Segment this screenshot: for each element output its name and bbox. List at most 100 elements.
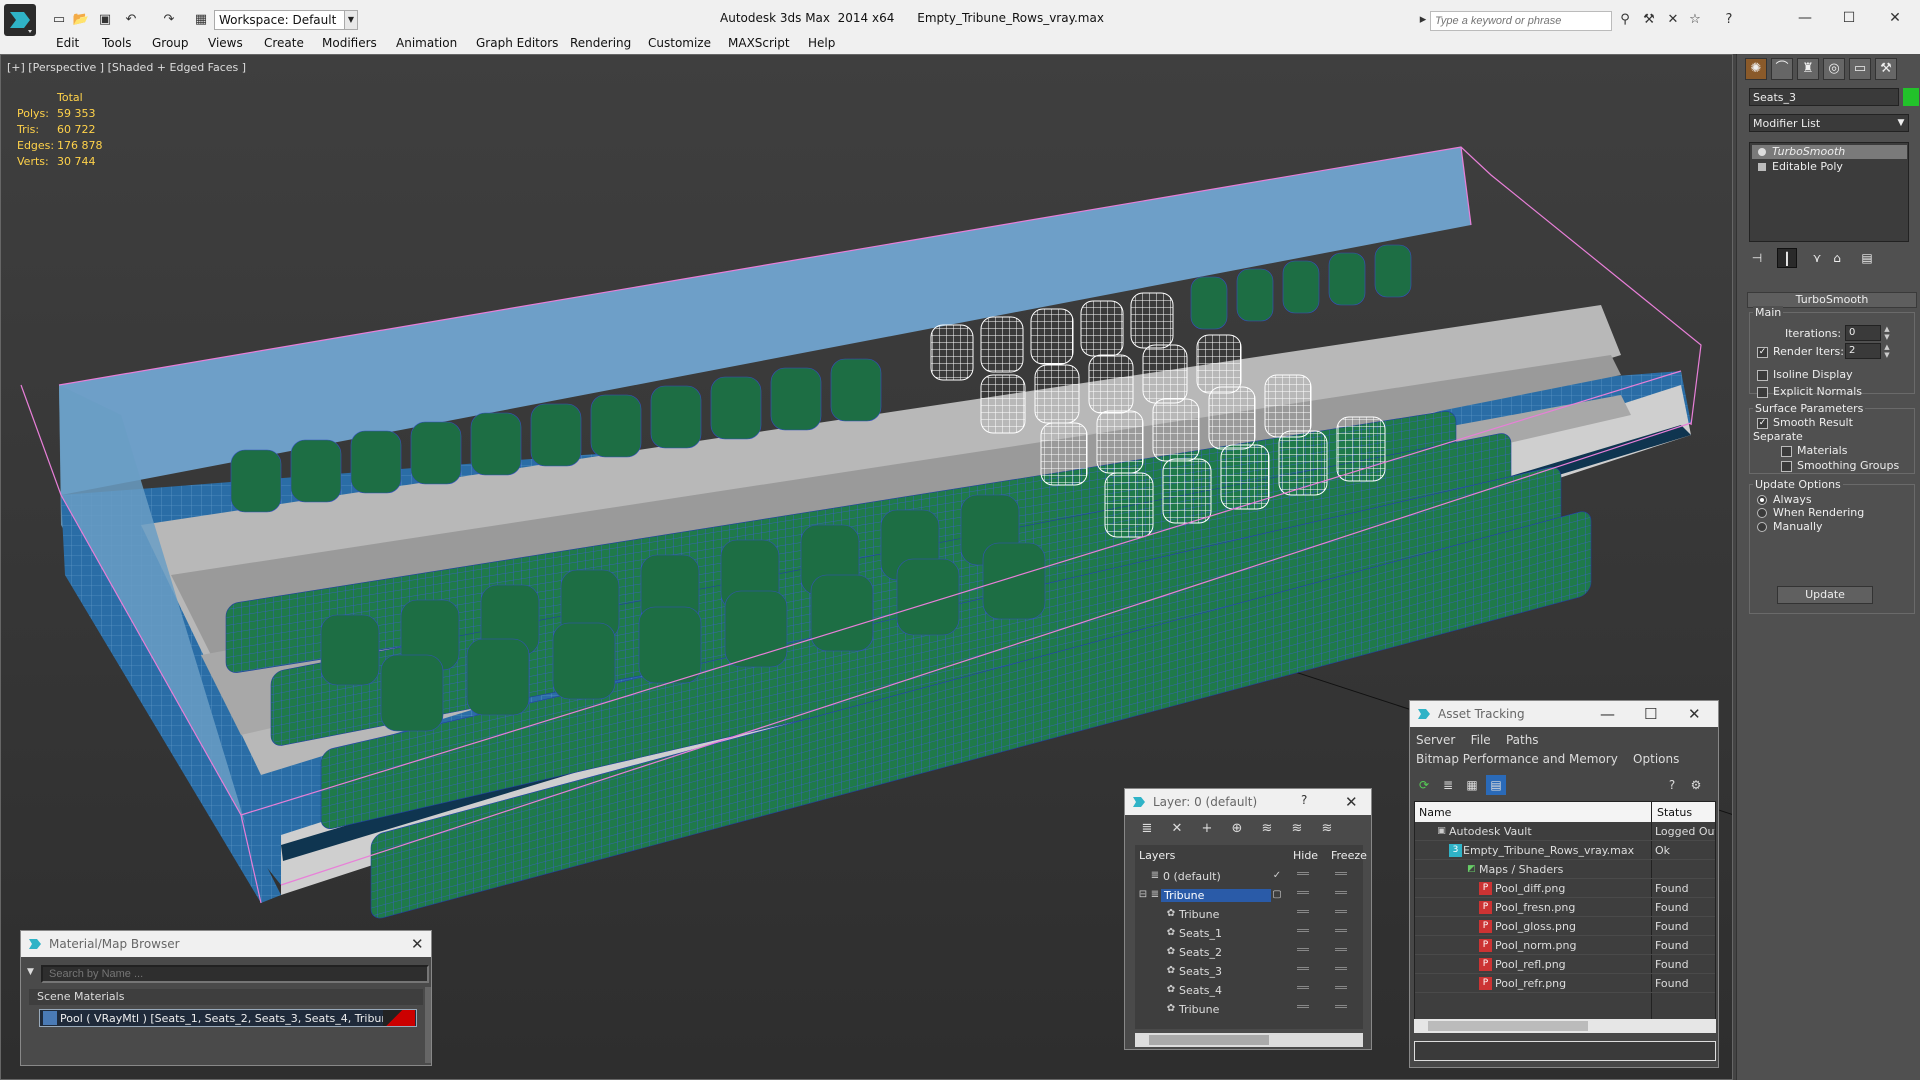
asset-row[interactable]: ▣ Autodesk Vault Logged Out [1415, 822, 1715, 841]
save-file-icon[interactable]: ▣ [96, 11, 114, 29]
expand-icon[interactable] [1758, 163, 1766, 171]
display-tab-icon[interactable]: ▭ [1849, 58, 1871, 80]
menu-modifiers[interactable]: Modifiers [322, 36, 377, 50]
hide-toggle[interactable] [1297, 929, 1309, 932]
freeze-toggle[interactable] [1335, 891, 1347, 894]
chevron-down-icon[interactable]: ▼ [27, 967, 34, 977]
hide-toggle[interactable] [1297, 948, 1309, 951]
menu-animation[interactable]: Animation [396, 36, 457, 50]
col-freeze[interactable]: Freeze [1331, 849, 1367, 862]
chevron-down-icon[interactable]: ▼ [1895, 116, 1907, 130]
workspace-dropdown[interactable]: Workspace: Default [214, 10, 354, 30]
motion-tab-icon[interactable]: ◎ [1823, 58, 1845, 80]
asset-row[interactable]: P Pool_refr.png Found [1415, 974, 1715, 993]
always-radio[interactable] [1757, 495, 1767, 505]
layer-row[interactable]: ✿ Seats_2 [1135, 943, 1363, 962]
col-name[interactable]: Name [1419, 806, 1451, 819]
freeze-toggle[interactable] [1335, 967, 1347, 970]
hide-toggle[interactable] [1297, 910, 1309, 913]
asset-row[interactable]: P Pool_fresn.png Found [1415, 898, 1715, 917]
hide-toggle[interactable] [1297, 1005, 1309, 1008]
asset-row[interactable]: 3 Empty_Tribune_Rows_vray.max Ok [1415, 841, 1715, 860]
asset-row[interactable]: P Pool_norm.png Found [1415, 936, 1715, 955]
hide-toggle[interactable] [1297, 967, 1309, 970]
viewport-label[interactable]: [+] [Perspective ] [Shaded + Edged Faces… [7, 61, 246, 74]
delete-layer-icon[interactable]: ✕ [1167, 819, 1187, 839]
manually-radio[interactable] [1757, 522, 1767, 532]
asset-status-field[interactable] [1414, 1041, 1716, 1061]
asset-row[interactable]: P Pool_gloss.png Found [1415, 917, 1715, 936]
help-icon[interactable]: ? [1720, 11, 1738, 29]
hide-all-icon[interactable]: ≋ [1287, 819, 1307, 839]
menu-tools[interactable]: Tools [102, 36, 132, 50]
hide-toggle[interactable] [1297, 891, 1309, 894]
communication-center-icon[interactable]: ✕ [1664, 11, 1682, 29]
freeze-toggle[interactable] [1335, 986, 1347, 989]
asset-row[interactable]: ◩ Maps / Shaders [1415, 860, 1715, 879]
create-tab-icon[interactable]: ✺ [1745, 58, 1767, 80]
menu-create[interactable]: Create [264, 36, 304, 50]
asset-tracking-titlebar[interactable]: Asset Tracking — ☐ ✕ [1410, 701, 1718, 727]
spinner-arrows-icon[interactable]: ▲ ▼ [1882, 343, 1892, 359]
minimize-icon[interactable]: — [1600, 705, 1615, 723]
close-icon[interactable]: ✕ [1880, 7, 1910, 29]
layer-row[interactable]: ≣ 0 (default) ✓ [1135, 867, 1363, 886]
maximize-icon[interactable]: ☐ [1644, 705, 1657, 723]
modifier-list-dropdown[interactable]: Modifier List [1749, 114, 1909, 132]
modify-tab-icon[interactable]: ⌒ [1771, 58, 1793, 80]
project-folder-icon[interactable]: ▦ [192, 11, 210, 29]
make-unique-icon[interactable]: ⋎ [1807, 248, 1827, 268]
settings-icon[interactable]: ⚙ [1686, 775, 1706, 795]
col-status[interactable]: Status [1657, 806, 1692, 819]
maximize-icon[interactable]: ☐ [1834, 7, 1864, 29]
scene-materials-section[interactable]: Scene Materials [29, 989, 423, 1005]
collapse-icon[interactable]: ⊟ [1137, 889, 1149, 901]
help-icon[interactable]: ? [1662, 775, 1682, 795]
menu-maxscript[interactable]: MAXScript [728, 36, 790, 50]
freeze-all-icon[interactable]: ≋ [1317, 819, 1337, 839]
object-name-field[interactable]: Seats_3 [1749, 88, 1899, 106]
asset-row[interactable]: P Pool_diff.png Found [1415, 879, 1715, 898]
close-icon[interactable]: ✕ [411, 935, 424, 953]
horizontal-scrollbar[interactable] [1135, 1033, 1363, 1047]
asset-menu-row-2[interactable]: Bitmap Performance and Memory Options [1416, 752, 1679, 766]
close-icon[interactable]: ✕ [1688, 705, 1701, 723]
chevron-down-icon[interactable]: ▼ [344, 10, 358, 30]
materials-checkbox[interactable] [1781, 446, 1792, 457]
stack-item-editable-poly[interactable]: Editable Poly [1752, 160, 1907, 174]
highlight-layer-icon[interactable]: ≋ [1257, 819, 1277, 839]
isoline-display-checkbox[interactable] [1757, 370, 1768, 381]
smooth-result-checkbox[interactable]: ✓ [1757, 418, 1768, 429]
close-icon[interactable]: ✕ [1345, 793, 1358, 811]
material-search-input[interactable] [41, 965, 429, 983]
stack-item-turbosmooth[interactable]: TurboSmooth [1752, 145, 1907, 159]
thumbnail-view-icon[interactable]: ▦ [1462, 775, 1482, 795]
col-hide[interactable]: Hide [1293, 849, 1318, 862]
menu-customize[interactable]: Customize [648, 36, 711, 50]
material-item-pool[interactable]: Pool ( VRayMtl ) [Seats_1, Seats_2, Seat… [39, 1009, 417, 1027]
material-browser-titlebar[interactable]: Material/Map Browser ✕ [21, 931, 431, 957]
checkmark-icon[interactable]: ✓ [1271, 870, 1283, 882]
redo-icon[interactable]: ↷ [160, 11, 178, 29]
asset-row[interactable]: P Pool_refl.png Found [1415, 955, 1715, 974]
new-file-icon[interactable]: ▭ [50, 11, 68, 29]
when-rendering-radio[interactable] [1757, 508, 1767, 518]
active-layer-icon[interactable]: ▢ [1271, 889, 1283, 901]
refresh-icon[interactable]: ⟳ [1414, 775, 1434, 795]
object-color-swatch[interactable] [1903, 88, 1919, 106]
new-layer-icon[interactable]: ≣ [1137, 819, 1157, 839]
layer-row[interactable]: ✿ Seats_4 [1135, 981, 1363, 1000]
layer-row[interactable]: ✿ Tribune [1135, 905, 1363, 924]
menu-group[interactable]: Group [152, 36, 189, 50]
menu-graph-editors[interactable]: Graph Editors [476, 36, 558, 50]
subscription-icon[interactable]: ⚒ [1640, 11, 1658, 29]
pin-stack-icon[interactable]: ⊣ [1747, 248, 1767, 268]
asset-menu-row-1[interactable]: Server File Paths [1416, 733, 1539, 747]
show-end-result-icon[interactable]: ┃ [1777, 248, 1797, 268]
undo-icon[interactable]: ↶ [122, 11, 140, 29]
layer-window-titlebar[interactable]: Layer: 0 (default) ? ✕ [1125, 789, 1371, 815]
add-to-layer-icon[interactable]: + [1197, 819, 1217, 839]
layer-row[interactable]: ✿ Tribune [1135, 1000, 1363, 1019]
remove-modifier-icon[interactable]: ⌂ [1827, 248, 1847, 268]
list-view-icon[interactable]: ≣ [1438, 775, 1458, 795]
